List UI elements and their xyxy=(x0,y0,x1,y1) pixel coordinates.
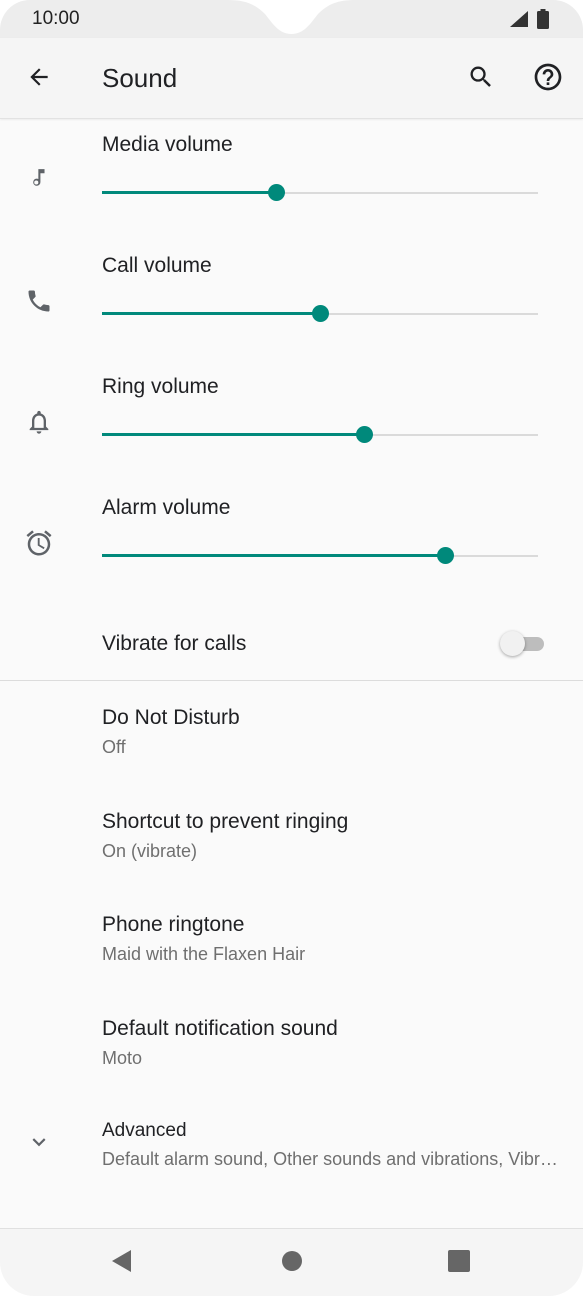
bell-icon xyxy=(20,403,58,441)
back-arrow-icon xyxy=(26,64,52,95)
default-notification-sound-item[interactable]: Default notification sound Moto xyxy=(0,1017,583,1120)
vibrate-for-calls-label: Vibrate for calls xyxy=(102,632,247,655)
phone-ringtone-item[interactable]: Phone ringtone Maid with the Flaxen Hair xyxy=(0,913,583,1016)
advanced-title: Advanced xyxy=(102,1120,187,1141)
slider-fill xyxy=(102,191,276,194)
settings-list: Media volume Call volume Ring volume Ala… xyxy=(0,119,583,1227)
advanced-summary: Default alarm sound, Other sounds and vi… xyxy=(102,1149,562,1169)
chevron-down-icon xyxy=(20,1123,58,1161)
media-volume-slider[interactable] xyxy=(102,181,538,205)
battery-icon xyxy=(537,9,549,34)
camera-notch xyxy=(228,0,355,34)
page-title: Sound xyxy=(102,63,178,93)
signal-icon xyxy=(509,10,529,33)
slider-thumb[interactable] xyxy=(312,305,329,322)
back-button[interactable] xyxy=(20,60,58,98)
help-button[interactable] xyxy=(529,60,567,98)
shortcut-prevent-ringing-title: Shortcut to prevent ringing xyxy=(102,810,349,833)
nav-home-button[interactable] xyxy=(272,1243,312,1283)
status-time: 10:00 xyxy=(32,8,80,29)
call-volume-row: Call volume xyxy=(0,240,583,361)
phone-ringtone-summary: Maid with the Flaxen Hair xyxy=(102,944,306,964)
alarm-volume-label: Alarm volume xyxy=(102,496,231,519)
phone-ringtone-title: Phone ringtone xyxy=(102,913,245,936)
media-volume-label: Media volume xyxy=(102,133,233,156)
vibrate-toggle[interactable] xyxy=(500,630,546,658)
music-note-icon xyxy=(20,159,58,197)
app-bar: Sound xyxy=(0,38,583,119)
do-not-disturb-item[interactable]: Do Not Disturb Off xyxy=(0,706,583,809)
slider-thumb[interactable] xyxy=(437,547,454,564)
status-icons xyxy=(509,9,549,34)
alarm-volume-slider[interactable] xyxy=(102,544,538,568)
search-icon xyxy=(467,63,495,96)
do-not-disturb-summary: Off xyxy=(102,737,126,757)
alarm-volume-row: Alarm volume xyxy=(0,482,583,603)
default-notification-sound-title: Default notification sound xyxy=(102,1017,338,1040)
status-bar: 10:00 xyxy=(0,0,583,38)
call-volume-label: Call volume xyxy=(102,254,212,277)
alarm-clock-icon xyxy=(20,524,58,562)
do-not-disturb-title: Do Not Disturb xyxy=(102,706,240,729)
slider-fill xyxy=(102,312,320,315)
toggle-thumb xyxy=(500,631,525,656)
nav-recents-button[interactable] xyxy=(439,1243,479,1283)
recents-square-icon xyxy=(448,1249,470,1277)
shortcut-prevent-ringing-item[interactable]: Shortcut to prevent ringing On (vibrate) xyxy=(0,810,583,913)
slider-thumb[interactable] xyxy=(268,184,285,201)
navigation-bar xyxy=(0,1228,583,1296)
vibrate-for-calls-row[interactable]: Vibrate for calls xyxy=(0,606,583,680)
call-volume-slider[interactable] xyxy=(102,302,538,326)
slider-thumb[interactable] xyxy=(356,426,373,443)
shortcut-prevent-ringing-summary: On (vibrate) xyxy=(102,841,198,861)
slider-fill xyxy=(102,433,364,436)
nav-back-button[interactable] xyxy=(102,1243,142,1283)
home-circle-icon xyxy=(281,1250,303,1277)
search-button[interactable] xyxy=(462,60,500,98)
slider-fill xyxy=(102,554,445,557)
media-volume-row: Media volume xyxy=(0,119,583,240)
ring-volume-row: Ring volume xyxy=(0,361,583,482)
section-divider xyxy=(0,680,583,681)
ring-volume-label: Ring volume xyxy=(102,375,219,398)
phone-icon xyxy=(20,282,58,320)
help-icon xyxy=(532,61,564,98)
ring-volume-slider[interactable] xyxy=(102,423,538,447)
phone-screen: 10:00 Sound Media volume Call volume Rin… xyxy=(0,0,583,1296)
default-notification-sound-summary: Moto xyxy=(102,1048,143,1068)
advanced-item[interactable]: Advanced Default alarm sound, Other soun… xyxy=(0,1120,583,1223)
back-triangle-icon xyxy=(111,1249,133,1278)
